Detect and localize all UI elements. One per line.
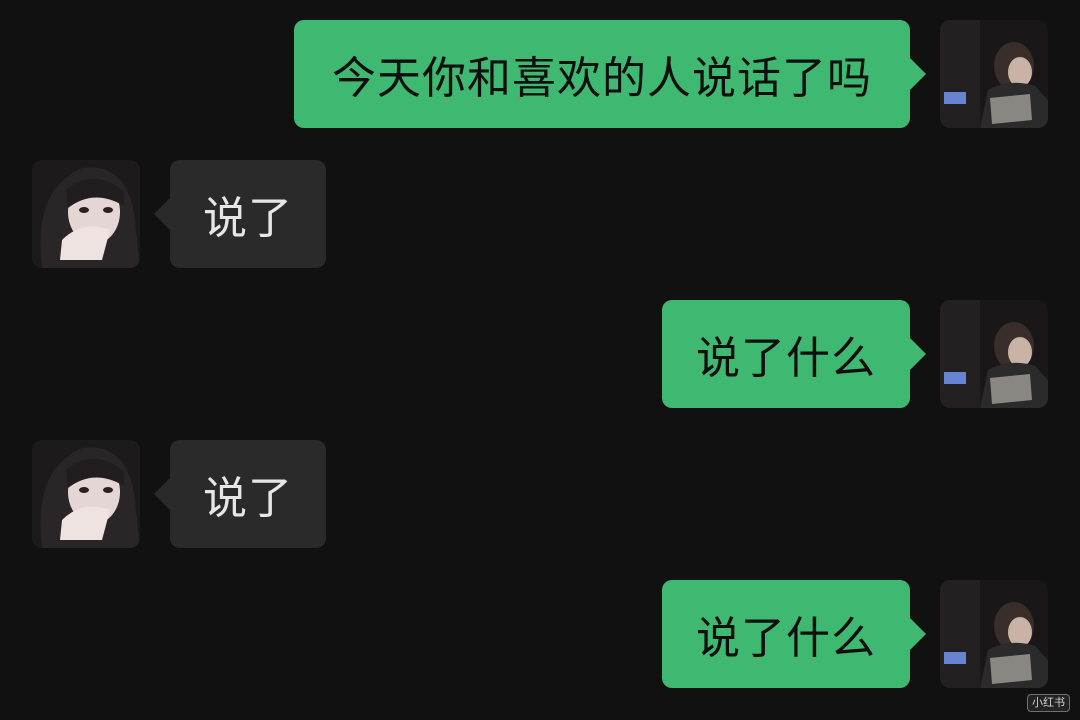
message-text: 今天你和喜欢的人说话了吗 — [332, 53, 872, 104]
message-text: 说了什么 — [696, 333, 876, 384]
bubble-tail — [910, 58, 926, 90]
message-row-outgoing: 今天你和喜欢的人说话了吗 — [0, 20, 1080, 128]
message-bubble-outgoing[interactable]: 说了什么 — [662, 580, 910, 688]
message-row-incoming: 说了 — [0, 160, 1080, 268]
bubble-tail — [910, 338, 926, 370]
girl-avatar[interactable] — [32, 160, 140, 268]
message-bubble-outgoing[interactable]: 说了什么 — [662, 300, 910, 408]
bubble-tail — [154, 478, 170, 510]
bubble-tail — [154, 198, 170, 230]
message-bubble-outgoing[interactable]: 今天你和喜欢的人说话了吗 — [294, 20, 910, 128]
message-row-outgoing: 说了什么 — [0, 580, 1080, 688]
message-row-incoming: 说了 — [0, 440, 1080, 548]
message-text: 说了 — [203, 473, 293, 524]
chat-view: 今天你和喜欢的人说话了吗 说了 说了什么 说了 说了什么 小红书 — [0, 0, 1080, 720]
bubble-tail — [910, 618, 926, 650]
watermark: 小红书 — [1027, 694, 1070, 712]
message-row-outgoing: 说了什么 — [0, 300, 1080, 408]
boy-avatar[interactable] — [940, 580, 1048, 688]
boy-avatar[interactable] — [940, 300, 1048, 408]
boy-avatar[interactable] — [940, 20, 1048, 128]
message-bubble-incoming[interactable]: 说了 — [170, 160, 326, 268]
message-text: 说了什么 — [696, 613, 876, 664]
message-bubble-incoming[interactable]: 说了 — [170, 440, 326, 548]
girl-avatar[interactable] — [32, 440, 140, 548]
message-text: 说了 — [203, 193, 293, 244]
